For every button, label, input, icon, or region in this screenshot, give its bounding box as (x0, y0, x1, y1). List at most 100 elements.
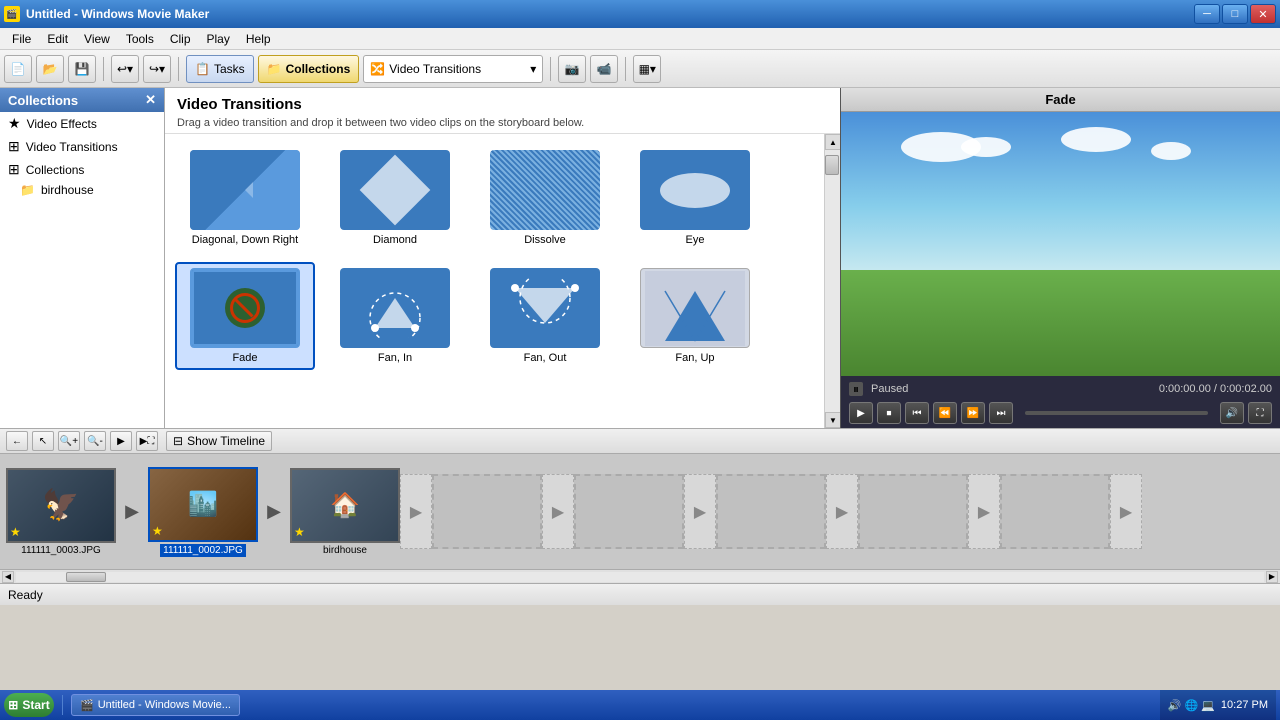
storyboard: 🦅 ★ 111111_0003.JPG ▶ 🏙️ ★ 111111_0002.J… (0, 454, 1280, 569)
timeline-icon: ⊟ (173, 434, 183, 448)
storyboard-back-button[interactable]: ← (6, 431, 28, 451)
dropdown-arrow-icon: ▾ (530, 62, 536, 76)
taskbar: ⊞ Start 🎬 Untitled - Windows Movie... 🔊 … (0, 690, 1280, 720)
menu-tools[interactable]: Tools (118, 30, 162, 48)
zoom-in-button[interactable]: 🔍+ (58, 431, 80, 451)
main-toolbar: 📄 📂 💾 ↩▾ ↪▾ 📋 Tasks 📁 Collections 🔀 Vide… (0, 50, 1280, 88)
main-area: Collections ✕ ★ Video Effects ⊞ Video Tr… (0, 88, 1280, 428)
transition-fan-out[interactable]: Fan, Out (475, 262, 615, 370)
story-clip-1[interactable]: 🦅 ★ 111111_0003.JPG (6, 468, 116, 556)
capture-button[interactable]: 📷 (558, 55, 586, 83)
storyboard-toolbar: ← ↖ 🔍+ 🔍- ▶ ▶⛶ ⊟ Show Timeline (0, 428, 1280, 454)
menu-file[interactable]: File (4, 30, 39, 48)
preview-time: 0:00:00.00 / 0:00:02.00 (1159, 383, 1272, 395)
scroll-left-button[interactable]: ◀ (2, 571, 14, 583)
show-timeline-label: Show Timeline (187, 434, 265, 448)
undo-button[interactable]: ↩▾ (111, 55, 139, 83)
sidebar-item-label: Collections (26, 163, 85, 177)
clip-star-icon: ★ (294, 525, 305, 539)
transition-placeholder-6: ▶ (1110, 474, 1142, 549)
clip-star-icon: ★ (10, 525, 21, 539)
sidebar-item-video-transitions[interactable]: ⊞ Video Transitions (0, 135, 164, 158)
content-scrollbar[interactable]: ▲ ▼ (824, 134, 840, 428)
fullscreen-button[interactable]: ⛶ (1248, 402, 1272, 424)
save-button[interactable]: 💾 (68, 55, 96, 83)
minimize-button[interactable]: ─ (1194, 4, 1220, 24)
play-button[interactable]: ▶ (849, 402, 873, 424)
menu-help[interactable]: Help (238, 30, 279, 48)
collections-button[interactable]: 📁 Collections (258, 55, 360, 83)
status-bar: Ready (0, 583, 1280, 605)
prev-frame-button[interactable]: ⏪ (933, 402, 957, 424)
sidebar-item-label: birdhouse (41, 183, 94, 197)
view-button[interactable]: ▦▾ (633, 55, 661, 83)
storyboard-pointer-button[interactable]: ↖ (32, 431, 54, 451)
scroll-right-button[interactable]: ▶ (1266, 571, 1278, 583)
zoom-out-button[interactable]: 🔍- (84, 431, 106, 451)
transition-dropdown[interactable]: 🔀 Video Transitions ▾ (363, 55, 543, 83)
menu-edit[interactable]: Edit (39, 30, 76, 48)
transition-label: Diagonal, Down Right (192, 234, 298, 246)
menu-play[interactable]: Play (199, 30, 238, 48)
preview-title: Fade (841, 88, 1280, 112)
camera-button[interactable]: 📹 (590, 55, 618, 83)
tasks-button[interactable]: 📋 Tasks (186, 55, 254, 83)
video-transitions-icon: ⊞ (8, 138, 20, 155)
sidebar-item-video-effects[interactable]: ★ Video Effects (0, 112, 164, 135)
video-effects-icon: ★ (8, 115, 21, 132)
transition-dissolve[interactable]: Dissolve (475, 144, 615, 252)
preview-panel: Fade ⏸ Paused 0:00:00.00 / 0:00:02.00 ▶ … (840, 88, 1280, 428)
sidebar-header: Collections ✕ (0, 88, 164, 112)
volume-slider[interactable] (1025, 411, 1208, 415)
taskbar-app-label: Untitled - Windows Movie... (98, 699, 231, 711)
transition-eye[interactable]: Eye (625, 144, 765, 252)
transition-diamond[interactable]: Diamond (325, 144, 465, 252)
new-button[interactable]: 📄 (4, 55, 32, 83)
menu-bar: File Edit View Tools Clip Play Help (0, 28, 1280, 50)
taskbar-time: 10:27 PM (1221, 699, 1268, 711)
story-clip-empty-3 (716, 474, 826, 549)
play-fullscreen-button[interactable]: ▶⛶ (136, 431, 158, 451)
status-text: Ready (8, 588, 43, 602)
transition-fade[interactable]: Fade (175, 262, 315, 370)
taskbar-app-button[interactable]: 🎬 Untitled - Windows Movie... (71, 694, 240, 716)
scroll-up-button[interactable]: ▲ (825, 134, 840, 150)
end-button[interactable]: ⏭ (989, 402, 1013, 424)
scroll-down-button[interactable]: ▼ (825, 412, 840, 428)
story-clip-2[interactable]: 🏙️ ★ 111111_0002.JPG (148, 467, 258, 557)
transition-label: Diamond (373, 234, 417, 246)
transition-placeholder-3: ▶ (684, 474, 716, 549)
sidebar-item-collections[interactable]: ⊞ Collections (0, 158, 164, 181)
rewind-button[interactable]: ⏮ (905, 402, 929, 424)
transition-fan-in[interactable]: Fan, In (325, 262, 465, 370)
tasks-label: Tasks (214, 62, 245, 76)
transition-fan-up[interactable]: Fan, Up (625, 262, 765, 370)
transition-diagonal-down-right[interactable]: Diagonal, Down Right (175, 144, 315, 252)
sidebar-item-birdhouse[interactable]: 📁 birdhouse (0, 181, 164, 199)
transition-placeholder-2: ▶ (542, 474, 574, 549)
maximize-button[interactable]: □ (1222, 4, 1248, 24)
show-timeline-button[interactable]: ⊟ Show Timeline (166, 431, 272, 451)
transition-placeholder-5: ▶ (968, 474, 1000, 549)
start-button[interactable]: ⊞ Start (4, 693, 54, 717)
transition-icon: 🔀 (370, 62, 385, 76)
stop-button[interactable]: ⏹ (877, 402, 901, 424)
story-clip-empty-4 (858, 474, 968, 549)
open-button[interactable]: 📂 (36, 55, 64, 83)
menu-clip[interactable]: Clip (162, 30, 199, 48)
clip-label: birdhouse (323, 545, 367, 556)
content-header: Video Transitions Drag a video transitio… (165, 88, 840, 134)
story-clip-empty-5 (1000, 474, 1110, 549)
menu-view[interactable]: View (76, 30, 118, 48)
redo-button[interactable]: ↪▾ (143, 55, 171, 83)
preview-controls: ⏸ Paused 0:00:00.00 / 0:00:02.00 ▶ ⏹ ⏮ ⏪… (841, 376, 1280, 428)
preview-video (841, 112, 1280, 376)
close-button[interactable]: ✕ (1250, 4, 1276, 24)
horizontal-scrollbar[interactable]: ◀ ▶ (0, 569, 1280, 583)
next-frame-button[interactable]: ⏩ (961, 402, 985, 424)
play-storyboard-button[interactable]: ▶ (110, 431, 132, 451)
story-clip-3[interactable]: 🏠 ★ birdhouse (290, 468, 400, 556)
sidebar-close-button[interactable]: ✕ (145, 92, 156, 108)
sidebar-item-label: Video Transitions (26, 140, 118, 154)
mute-button[interactable]: 🔊 (1220, 402, 1244, 424)
